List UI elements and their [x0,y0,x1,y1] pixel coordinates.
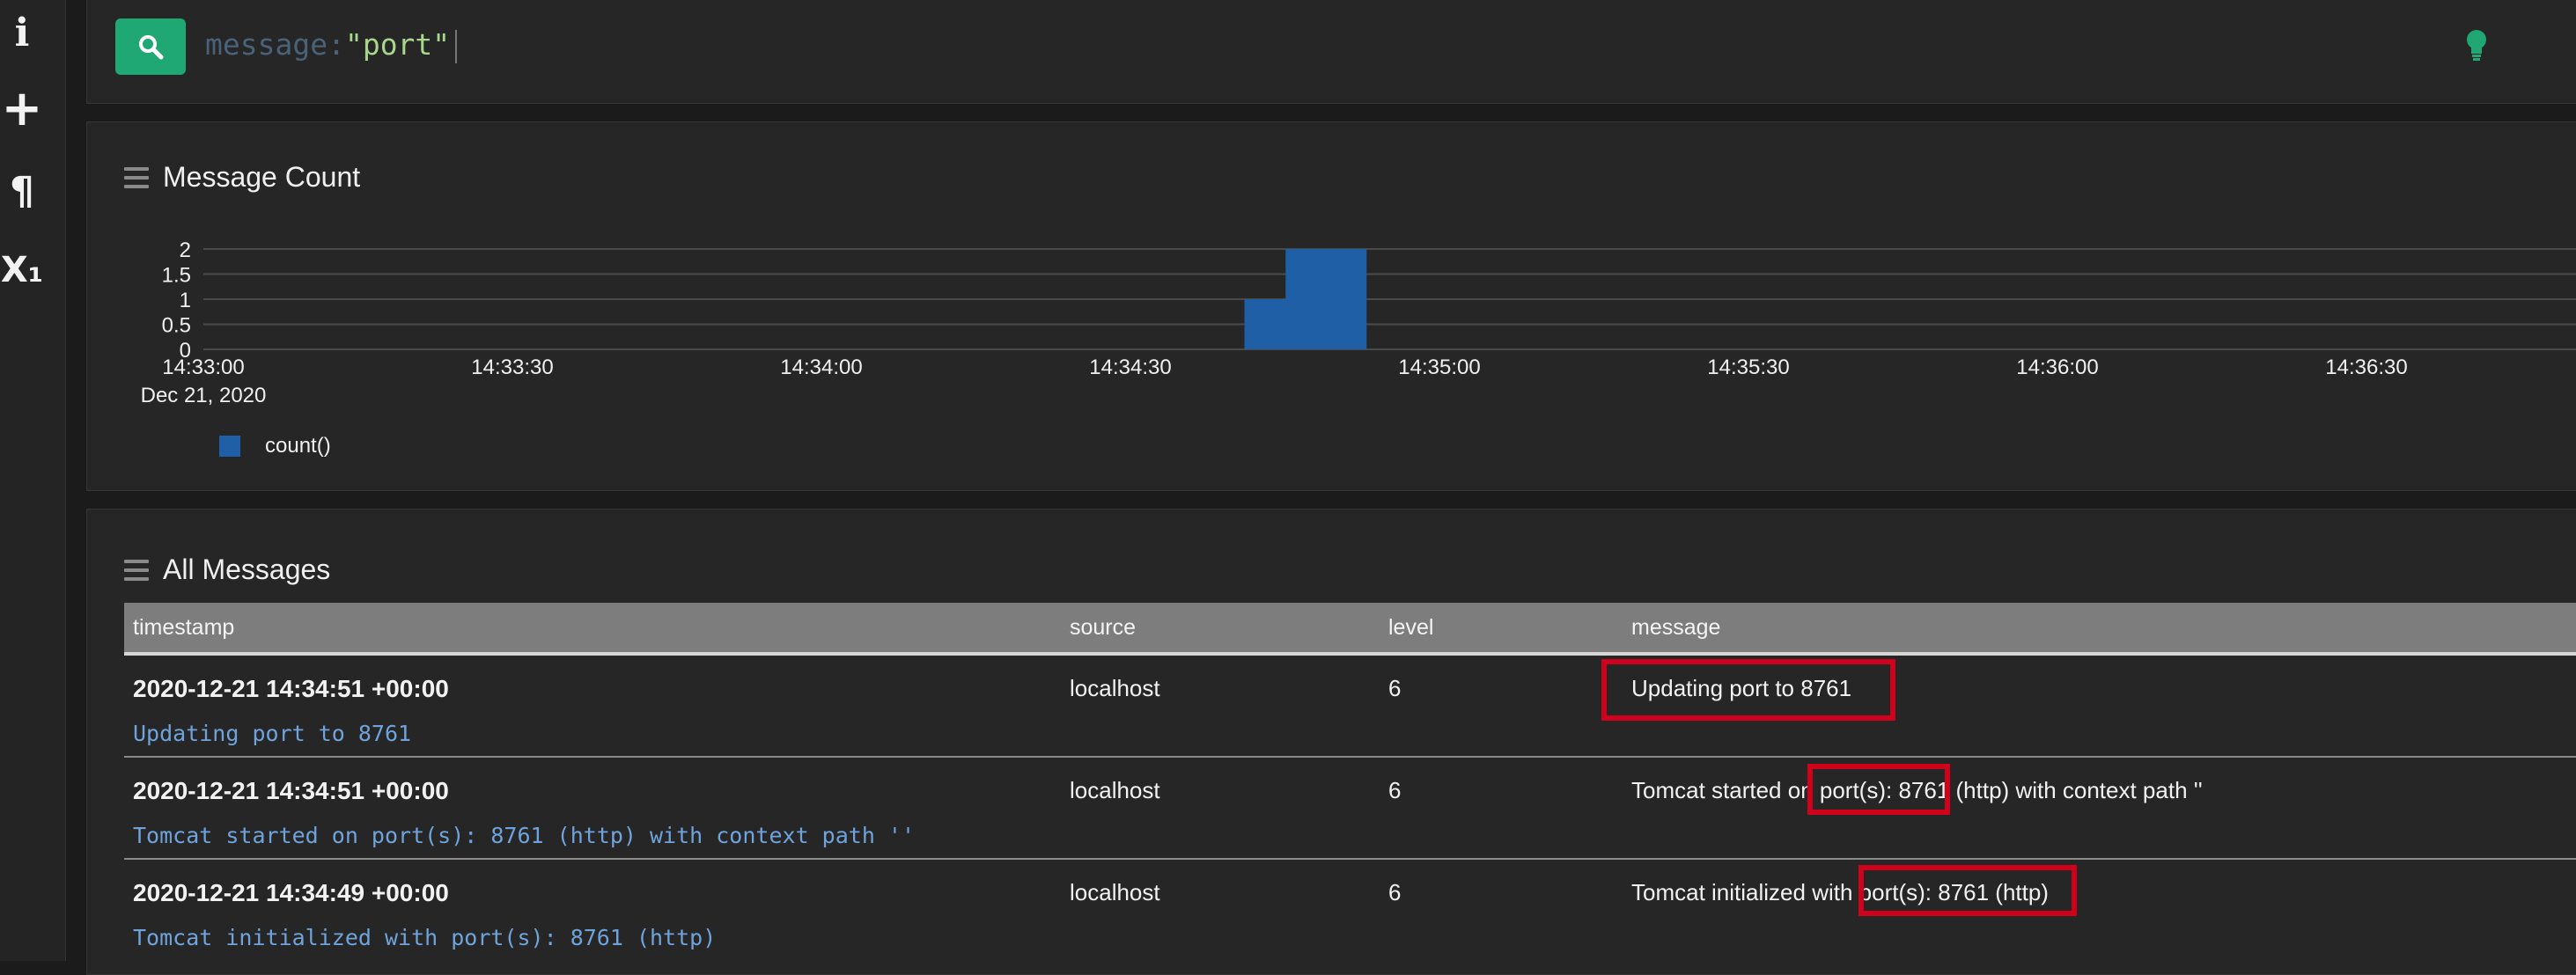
pilcrow-icon[interactable]: ¶ [0,169,44,214]
info-icon[interactable]: i [0,11,44,55]
query-field: message: [205,27,345,62]
y-tick-label: 0.5 [162,314,191,338]
row-level: 6 [1388,777,1402,803]
text-cursor [455,29,458,63]
menu-icon[interactable] [124,166,149,188]
table-row[interactable]: 2020-12-21 14:34:51 +00:00 localhost 6 U… [124,656,2576,758]
search-icon [139,35,164,60]
legend-label: count() [265,434,331,458]
row-timestamp: 2020-12-21 14:34:51 +00:00 [133,675,449,702]
table-row[interactable]: 2020-12-21 14:34:49 +00:00 localhost 6 T… [124,860,2576,960]
column-message[interactable]: message [1631,603,1720,652]
chart-legend: count() [219,434,331,458]
x-date-label: Dec 21, 2020 [141,384,267,407]
column-source[interactable]: source [1070,603,1136,652]
histogram-panel: Message Count 2 1.5 1 0.5 0 14:33:00 14:33:30 1… [86,121,2576,491]
message-count-chart: 21.510.5014:33:00 14:33:30 14:34:00 14:34:3… [141,238,2576,407]
y-tick-label: 1.5 [162,264,191,288]
x-tick-label: 14:34:00 [780,356,862,379]
bar [1285,249,1367,349]
x-tick-label: 14:35:00 [1398,356,1480,379]
x-tick-label: 14:36:00 [2016,356,2098,379]
menu-icon[interactable] [124,559,149,581]
y-tick-label: 1 [180,289,191,312]
x-tick-label: 14:36:30 [2325,356,2407,379]
histogram-title: Message Count [163,161,361,193]
row-timestamp: 2020-12-21 14:34:51 +00:00 [133,777,449,804]
plus-icon[interactable]: + [0,84,44,134]
row-full-message: Tomcat started on port(s): 8761 (http) w… [133,823,916,848]
messages-table: timestamp source level message 2020-12-2… [124,603,2576,960]
sidebar: i + ¶ X₁ [0,0,66,961]
legend-swatch [219,436,240,457]
search-input[interactable]: message:"port" [205,26,458,64]
lightbulb-icon[interactable] [2464,27,2489,62]
query-value: "port" [344,27,451,62]
histogram-header: Message Count [124,161,360,194]
x-tick-label: 14:33:00 [162,356,244,379]
messages-panel: All Messages timestamp source level mess… [86,509,2576,975]
row-level: 6 [1388,675,1402,701]
messages-header: All Messages [124,553,330,586]
table-header: timestamp source level message [124,603,2576,656]
highlight-box [1858,865,2077,916]
x-tick-label: 14:35:30 [1707,356,1789,379]
row-timestamp: 2020-12-21 14:34:49 +00:00 [133,879,449,906]
row-full-message: Tomcat initialized with port(s): 8761 (h… [133,925,717,950]
search-button[interactable] [115,18,186,75]
subscript-icon[interactable]: X₁ [0,250,44,290]
x-tick-label: 14:34:30 [1089,356,1171,379]
table-row[interactable]: 2020-12-21 14:34:51 +00:00 localhost 6 T… [124,758,2576,860]
row-source: localhost [1070,879,1160,905]
row-level: 6 [1388,879,1402,905]
y-tick-label: 2 [180,238,191,262]
row-full-message: Updating port to 8761 [133,721,412,746]
x-tick-label: 14:33:30 [471,356,553,379]
highlight-box [1807,764,1950,815]
highlight-box [1601,659,1895,721]
messages-title: All Messages [163,553,331,585]
row-source: localhost [1070,777,1160,803]
search-panel: message:"port" [86,0,2576,104]
row-source: localhost [1070,675,1160,701]
column-timestamp[interactable]: timestamp [133,603,234,652]
column-level[interactable]: level [1388,603,1433,652]
